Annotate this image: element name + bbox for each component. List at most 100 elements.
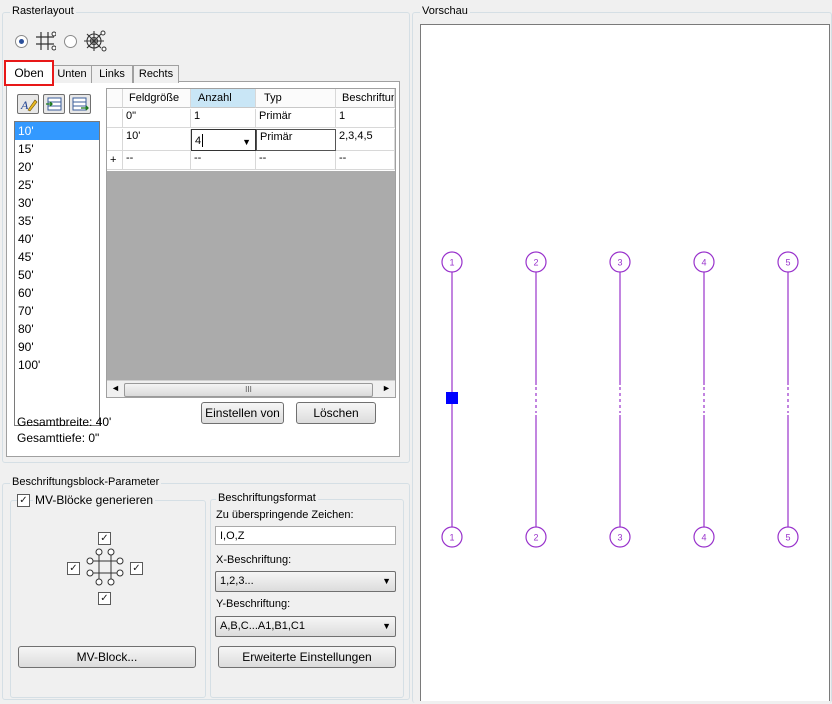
raster-layout-title: Rasterlayout <box>10 5 76 17</box>
list-item[interactable]: 25' <box>15 176 99 194</box>
cell-feldgroesse[interactable]: 0" <box>123 109 191 128</box>
grid-bubble-label-top: 3 <box>617 258 622 268</box>
mv-block-left-checkbox[interactable]: ✓ <box>67 562 80 575</box>
insert-row-icon <box>46 97 62 111</box>
row-marker <box>107 129 123 151</box>
mv-block-right-checkbox[interactable]: ✓ <box>130 562 143 575</box>
append-row-icon <box>72 97 89 111</box>
mv-block-bottom-checkbox[interactable]: ✓ <box>98 592 111 605</box>
grid-bubble-label-top: 2 <box>533 258 538 268</box>
skip-chars-label: Zu überspringende Zeichen: <box>216 509 354 521</box>
scroll-right-icon[interactable]: ► <box>382 383 391 393</box>
list-item[interactable]: 10' <box>15 122 99 140</box>
cell-beschriftung[interactable]: 2,3,4,5 <box>336 129 395 151</box>
append-row-button[interactable] <box>69 94 91 114</box>
mv-blocks-checkbox[interactable]: ✓ <box>17 494 30 507</box>
cell-typ[interactable]: Primär <box>256 129 336 151</box>
list-item[interactable]: 15' <box>15 140 99 158</box>
grid-header: Feldgröße Anzahl Typ Beschriftun <box>107 89 395 109</box>
new-row-marker: + <box>107 151 123 170</box>
anzahl-editor-value[interactable]: 4 <box>195 134 201 148</box>
cell-anzahl-editor[interactable]: 4 ▼ <box>191 129 256 151</box>
cell-anzahl[interactable]: 1 <box>191 109 256 128</box>
loeschen-button[interactable]: Löschen <box>296 402 376 424</box>
mv-block-top-checkbox[interactable]: ✓ <box>98 532 111 545</box>
tab-oben[interactable]: Oben <box>4 60 54 86</box>
grid-horizontal-scrollbar[interactable]: ◄ III ► <box>107 380 395 397</box>
preview-canvas[interactable]: 1 1 2 2 3 3 4 4 5 5 <box>420 24 830 701</box>
edit-label-icon: A <box>20 98 38 112</box>
svg-text:A: A <box>20 98 29 112</box>
cell-anzahl[interactable]: -- <box>191 151 256 170</box>
list-item[interactable]: 60' <box>15 284 99 302</box>
column-header-typ[interactable]: Typ <box>256 89 336 108</box>
list-item[interactable]: 40' <box>15 230 99 248</box>
chevron-down-icon: ▼ <box>382 621 391 631</box>
grid-bubble-layout-icon <box>86 548 124 586</box>
grid-bubble-label-top: 5 <box>785 258 790 268</box>
insert-row-button[interactable] <box>43 94 65 114</box>
mv-block-button[interactable]: MV-Block... <box>18 646 196 668</box>
label-format-title: Beschriftungsformat <box>216 492 318 504</box>
label-block-title: Beschriftungsblock-Parameter <box>10 476 162 488</box>
cell-beschriftung[interactable]: 1 <box>336 109 395 128</box>
column-header-anzahl[interactable]: Anzahl <box>191 89 256 108</box>
grid-bubble-label-bottom: 4 <box>701 533 706 543</box>
list-item[interactable]: 30' <box>15 194 99 212</box>
table-row[interactable]: 0" 1 Primär 1 <box>107 109 395 129</box>
list-item[interactable]: 100' <box>15 356 99 374</box>
table-row[interactable]: 10' 4 ▼ Primär 2,3,4,5 <box>107 129 395 151</box>
preview-title: Vorschau <box>420 5 470 17</box>
cell-beschriftung[interactable]: -- <box>336 151 395 170</box>
column-header-feldgroesse[interactable]: Feldgröße <box>123 89 191 108</box>
grid-bubble-label-bottom: 3 <box>617 533 622 543</box>
list-item[interactable]: 70' <box>15 302 99 320</box>
grid-bubble-label-bottom: 2 <box>533 533 538 543</box>
grid-bubble-label-bottom: 5 <box>785 533 790 543</box>
radial-grid-icon <box>84 30 107 52</box>
list-item[interactable]: 50' <box>15 266 99 284</box>
cell-feldgroesse[interactable]: -- <box>123 151 191 170</box>
x-label-select[interactable]: 1,2,3... ▼ <box>215 571 396 592</box>
grid-bubble-label-top: 4 <box>701 258 706 268</box>
spacing-grid[interactable]: Feldgröße Anzahl Typ Beschriftun 0" 1 Pr… <box>106 88 396 398</box>
scroll-left-icon[interactable]: ◄ <box>111 383 120 393</box>
tab-links[interactable]: Links <box>91 65 133 83</box>
advanced-settings-button[interactable]: Erweiterte Einstellungen <box>218 646 396 668</box>
y-label-select[interactable]: A,B,C...A1,B1,C1 ▼ <box>215 616 396 637</box>
scroll-thumb-grip: III <box>245 385 252 394</box>
list-item[interactable]: 35' <box>15 212 99 230</box>
scroll-thumb[interactable]: III <box>124 383 373 397</box>
rectangular-grid-icon <box>36 31 56 51</box>
skip-chars-input[interactable]: I,O,Z <box>215 526 396 545</box>
grid-bubble-label-top: 1 <box>449 258 454 268</box>
list-item[interactable]: 45' <box>15 248 99 266</box>
cell-typ[interactable]: -- <box>256 151 336 170</box>
column-header-beschriftung[interactable]: Beschriftun <box>336 89 395 108</box>
chevron-down-icon[interactable]: ▼ <box>242 135 251 149</box>
list-item[interactable]: 90' <box>15 338 99 356</box>
x-label-caption: X-Beschriftung: <box>216 554 292 566</box>
tab-rechts[interactable]: Rechts <box>133 65 179 83</box>
einstellen-von-button[interactable]: Einstellen von <box>201 402 284 424</box>
selection-grip[interactable] <box>446 392 458 404</box>
cell-typ[interactable]: Primär <box>256 109 336 128</box>
chevron-down-icon: ▼ <box>382 576 391 586</box>
y-label-caption: Y-Beschriftung: <box>216 598 291 610</box>
x-label-select-value: 1,2,3... <box>220 575 254 587</box>
rectangular-grid-radio[interactable] <box>15 35 28 48</box>
row-marker-header <box>107 89 123 108</box>
list-item[interactable]: 20' <box>15 158 99 176</box>
y-label-select-value: A,B,C...A1,B1,C1 <box>220 620 305 632</box>
cell-feldgroesse[interactable]: 10' <box>123 129 191 151</box>
tab-unten[interactable]: Unten <box>52 65 92 83</box>
text-caret <box>202 134 203 147</box>
row-marker <box>107 109 123 128</box>
radial-grid-radio[interactable] <box>64 35 77 48</box>
list-item[interactable]: 80' <box>15 320 99 338</box>
table-row[interactable]: + -- -- -- -- <box>107 151 395 171</box>
edit-label-button[interactable]: A <box>17 94 39 114</box>
grid-preview-drawing: 1 1 2 2 3 3 4 4 5 5 <box>441 251 799 548</box>
spacing-listbox[interactable]: 10' 15' 20' 25' 30' 35' 40' 45' 50' 60' … <box>14 121 100 426</box>
total-depth-label: Gesamttiefe: 0" <box>17 431 100 445</box>
